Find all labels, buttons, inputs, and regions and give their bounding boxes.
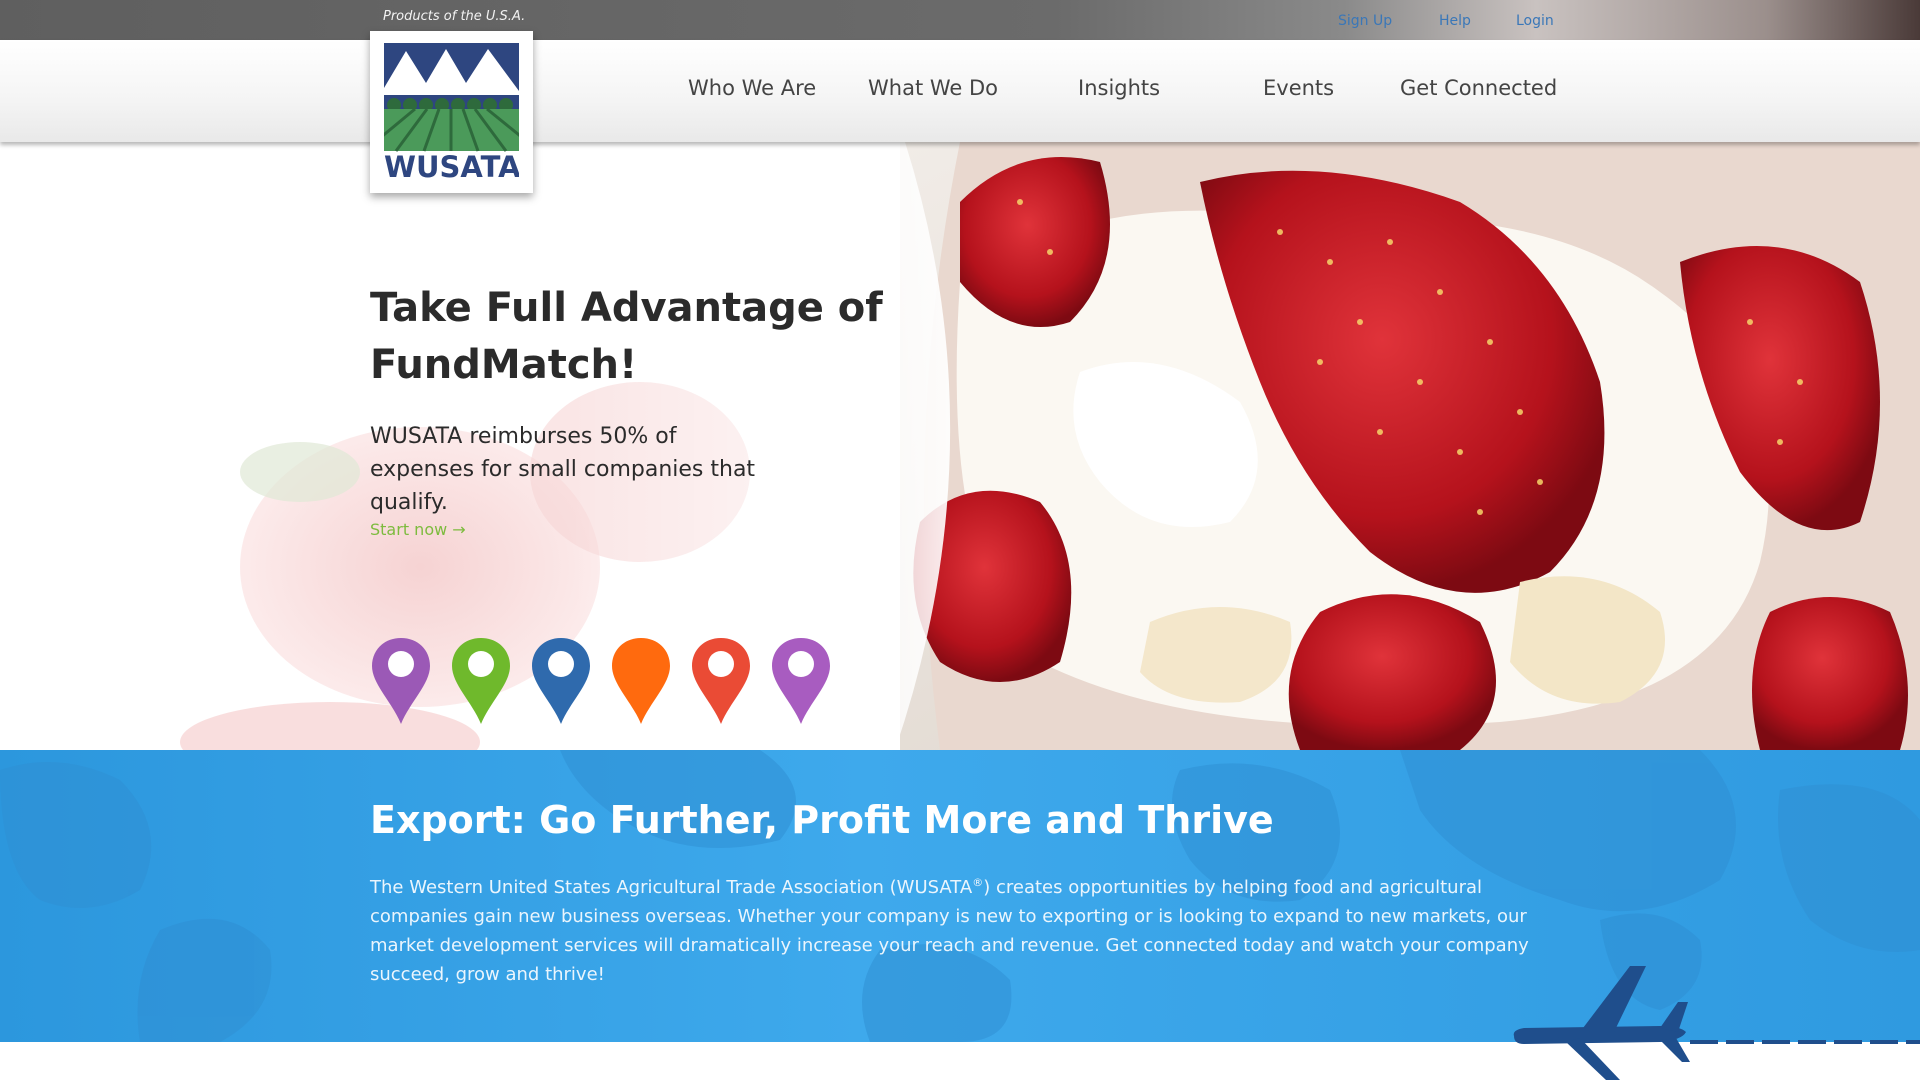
login-link[interactable]: Login — [1516, 13, 1554, 29]
nav-events[interactable]: Events — [1263, 76, 1334, 100]
export-description: The Western United States Agricultural T… — [370, 876, 1529, 985]
nav-who-we-are[interactable]: Who We Are — [688, 76, 816, 100]
hero-strawberry-shortcake-photo — [900, 142, 1920, 750]
logo-wordmark: WUSATA — [384, 150, 519, 183]
wusata-logo[interactable]: WUSATA — [370, 31, 533, 193]
map-pin-icon[interactable] — [690, 636, 752, 726]
hero-title: Take Full Advantage of FundMatch! — [370, 285, 883, 388]
tagline: Products of the U.S.A. — [383, 9, 526, 24]
map-pin-icon[interactable] — [530, 636, 592, 726]
map-pin-icon[interactable] — [370, 636, 432, 726]
airplane-icon — [1513, 966, 1690, 1080]
map-pin-icon[interactable] — [770, 636, 832, 726]
flight-path-dashes — [1690, 1040, 1920, 1044]
nav-what-we-do[interactable]: What We Do — [868, 76, 998, 100]
sign-up-link[interactable]: Sign Up — [1338, 13, 1392, 29]
map-pin-icon[interactable] — [610, 636, 672, 726]
hero-subtitle: WUSATA reimburses 50% of expenses for sm… — [370, 424, 756, 515]
hero-banner: Take Full Advantage of FundMatch! WUSATA… — [0, 142, 1920, 750]
utility-bar: Products of the U.S.A. Sign Up Help Logi… — [0, 0, 1920, 40]
main-nav: Who We Are What We Do Insights Events Ge… — [0, 40, 1920, 142]
nav-get-connected[interactable]: Get Connected — [1400, 76, 1557, 100]
start-now-link[interactable]: Start now → — [370, 520, 466, 539]
help-link[interactable]: Help — [1439, 13, 1471, 29]
export-heading: Export: Go Further, Profit More and Thri… — [370, 798, 1274, 842]
nav-insights[interactable]: Insights — [1078, 76, 1160, 100]
registered-mark: ® — [972, 876, 984, 889]
logo-mark: WUSATA — [384, 43, 519, 183]
map-pin-icon[interactable] — [450, 636, 512, 726]
